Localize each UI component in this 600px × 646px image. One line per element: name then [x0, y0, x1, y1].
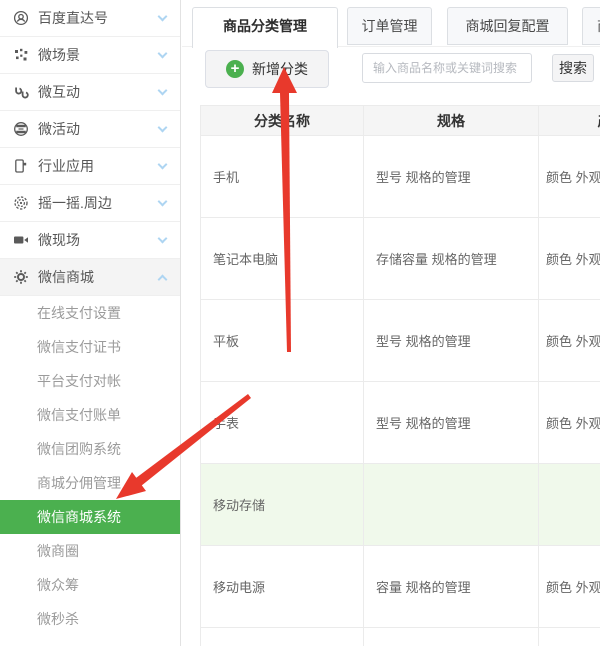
table-header-row: 分类名称 规格 产品属性: [200, 105, 600, 136]
sidebar: 百度直达号 微场景 微互动 微活动 行业应用 摇一摇.周边 微现场 微信商城 在线支付设置 微信…: [0, 0, 181, 646]
sidebar-item-wei-live[interactable]: 微现场: [0, 222, 180, 259]
cell-name: 移动存储: [200, 463, 364, 546]
header-category-name: 分类名称: [200, 105, 364, 136]
sidebar-item-shake-around[interactable]: 摇一摇.周边: [0, 185, 180, 222]
table-row: 笔记本电脑存储容量 规格的管理颜色 外观的管理: [200, 217, 600, 300]
cell-attr: [538, 463, 600, 546]
header-spec: 规格: [363, 105, 539, 136]
cell-spec: 容量 规格的管理: [363, 545, 539, 628]
sidebar-item-label: 微活动: [38, 121, 80, 137]
chevron-down-icon: [157, 159, 168, 169]
sidebar-subitem-wei-crowdfund[interactable]: 微众筹: [0, 568, 180, 602]
cell-spec: 型号 规格的管理: [363, 299, 539, 382]
tab-bar: 商品分类管理订单管理商城回复配置商品管理: [182, 0, 600, 48]
tab-order-mgmt[interactable]: 订单管理: [347, 7, 432, 45]
tab-product-category-mgmt[interactable]: 商品分类管理: [192, 7, 338, 48]
chevron-down-icon: [157, 233, 168, 243]
sidebar-item-wechat-mall[interactable]: 微信商城: [0, 259, 180, 296]
chevron-down-icon: [157, 196, 168, 206]
toolbar: + 新增分类 搜索: [182, 47, 600, 105]
cell-spec: 型号 规格的管理: [363, 135, 539, 218]
sidebar-subitem-online-pay-settings[interactable]: 在线支付设置: [0, 296, 180, 330]
cell-attr: 颜色 外观的管理: [538, 135, 600, 218]
search-button[interactable]: 搜索: [552, 54, 594, 82]
table-row: 移动存储: [200, 463, 600, 546]
cell-spec: [363, 627, 539, 646]
cell-spec: [363, 463, 539, 546]
sidebar-menu: 百度直达号微场景微互动微活动行业应用摇一摇.周边 微现场微信商城: [0, 0, 180, 296]
sidebar-item-wei-activity[interactable]: 微活动: [0, 111, 180, 148]
video-camera-icon: [13, 232, 30, 249]
sidebar-item-industry-app[interactable]: 行业应用: [0, 148, 180, 185]
quote-commas-icon: [13, 84, 30, 101]
dot-cluster-icon: [13, 47, 30, 64]
sidebar-item-label: 微现场: [38, 232, 80, 248]
plus-circle-icon: +: [226, 60, 244, 78]
category-table-wrap: 分类名称 规格 产品属性 手机型号 规格的管理颜色 外观的管理笔记本电脑存储容量…: [200, 105, 600, 646]
gear-icon: [13, 269, 30, 286]
sidebar-subitem-wei-seckill[interactable]: 微秒杀: [0, 602, 180, 636]
user-circle-icon: [13, 10, 30, 27]
table-row: 平板型号 规格的管理颜色 外观的管理: [200, 299, 600, 382]
add-category-label: 新增分类: [252, 61, 308, 77]
sidebar-item-wei-interact[interactable]: 微互动: [0, 74, 180, 111]
sidebar-subitem-wei-shangquan[interactable]: 微商圈: [0, 534, 180, 568]
sidebar-submenu: 在线支付设置 微信支付证书 平台支付对帐 微信支付账单 微信团购系统 商城分佣管理 微信商城…: [0, 296, 180, 636]
sidebar-item-label: 微互动: [38, 84, 80, 100]
cell-name: 移动电源: [200, 545, 364, 628]
chevron-down-icon: [157, 11, 168, 21]
sidebar-item-label: 摇一摇.周边: [38, 195, 112, 211]
sidebar-item-label: 微场景: [38, 47, 80, 63]
tab-mall-reply-config[interactable]: 商城回复配置: [447, 7, 568, 45]
chevron-up-icon: [157, 274, 168, 284]
cell-name: 平板: [200, 299, 364, 382]
add-category-button[interactable]: + 新增分类: [205, 50, 329, 88]
chevron-down-icon: [157, 85, 168, 95]
cell-attr: [538, 627, 600, 646]
sidebar-subitem-wechat-groupbuy-system[interactable]: 微信团购系统: [0, 432, 180, 466]
chevron-down-icon: [157, 122, 168, 132]
tab-product-mgmt[interactable]: 商品管理: [582, 7, 600, 45]
category-table: 分类名称 规格 产品属性 手机型号 规格的管理颜色 外观的管理笔记本电脑存储容量…: [200, 105, 600, 646]
sidebar-subitem-wechat-pay-bill[interactable]: 微信支付账单: [0, 398, 180, 432]
cell-spec: 存储容量 规格的管理: [363, 217, 539, 300]
cell-name: 手机: [200, 135, 364, 218]
sidebar-subitem-wechat-mall-system[interactable]: 微信商城系统: [0, 500, 180, 534]
table-row: 手机型号 规格的管理颜色 外观的管理: [200, 135, 600, 218]
sidebar-item-wei-scene[interactable]: 微场景: [0, 37, 180, 74]
cell-attr: 颜色 外观的管理: [538, 299, 600, 382]
chevron-down-icon: [157, 48, 168, 58]
cell-name: 手表: [200, 381, 364, 464]
sidebar-item-baidu-zhida[interactable]: 百度直达号: [0, 0, 180, 37]
table-row: [200, 627, 600, 646]
tablet-icon: [13, 158, 30, 175]
table-row: 手表型号 规格的管理颜色 外观的管理: [200, 381, 600, 464]
cell-attr: 颜色 外观的管理: [538, 545, 600, 628]
sidebar-subitem-platform-pay-reconcile[interactable]: 平台支付对帐: [0, 364, 180, 398]
sidebar-item-label: 百度直达号: [38, 10, 108, 26]
cell-name: 笔记本电脑: [200, 217, 364, 300]
fingerprint-icon: [13, 195, 30, 212]
sidebar-subitem-mall-commission-mgmt[interactable]: 商城分佣管理: [0, 466, 180, 500]
header-attr: 产品属性: [538, 105, 600, 136]
sidebar-item-label: 微信商城: [38, 269, 94, 285]
sidebar-item-label: 行业应用: [38, 158, 94, 174]
main-content: 商品分类管理订单管理商城回复配置商品管理 + 新增分类 搜索 分类名称 规格 产…: [182, 0, 600, 646]
globe-stripe-icon: [13, 121, 30, 138]
cell-attr: 颜色 外观的管理: [538, 217, 600, 300]
sidebar-subitem-wechat-pay-cert[interactable]: 微信支付证书: [0, 330, 180, 364]
table-row: 移动电源容量 规格的管理颜色 外观的管理: [200, 545, 600, 628]
cell-spec: 型号 规格的管理: [363, 381, 539, 464]
search-input[interactable]: [362, 53, 532, 83]
cell-attr: 颜色 外观的管理: [538, 381, 600, 464]
cell-name: [200, 627, 364, 646]
